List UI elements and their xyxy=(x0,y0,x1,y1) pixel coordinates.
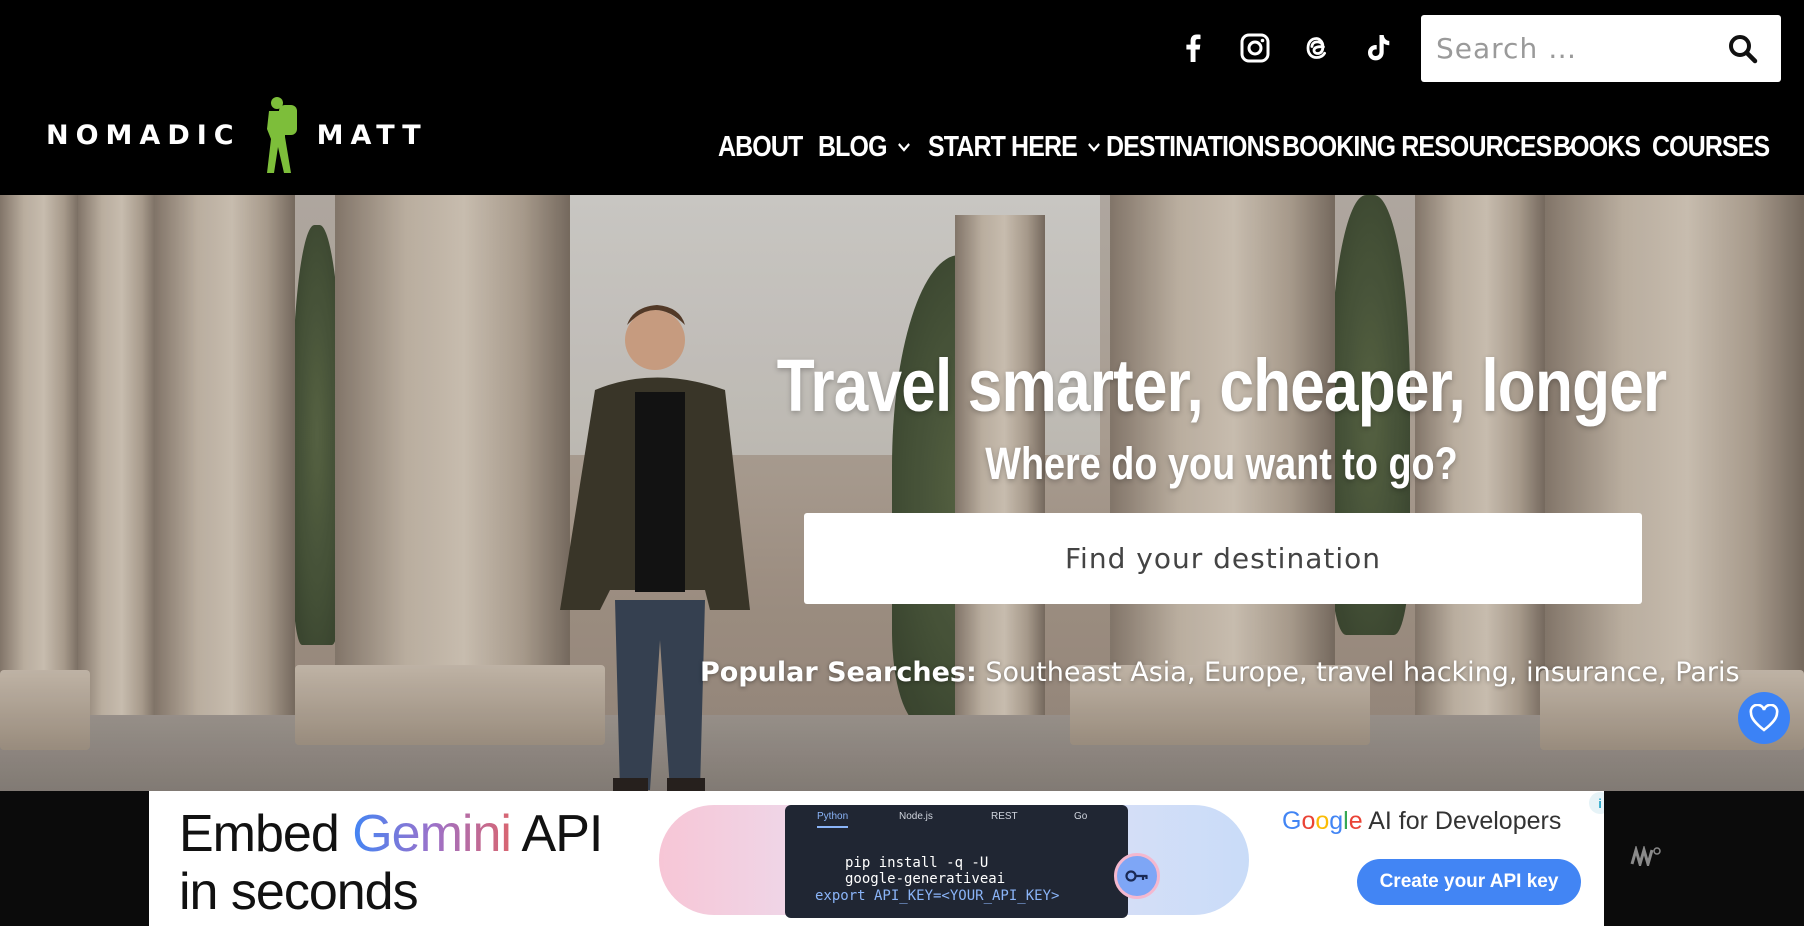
threads-icon[interactable] xyxy=(1297,28,1337,68)
google-letter: G xyxy=(1282,807,1302,835)
key-icon xyxy=(1114,853,1160,899)
google-letter: o xyxy=(1315,807,1330,835)
google-ai-subtitle: AI for Developers xyxy=(1362,807,1562,835)
google-letter: e xyxy=(1348,807,1363,835)
create-api-key-button[interactable]: Create your API key xyxy=(1357,859,1581,905)
google-letter: g xyxy=(1329,807,1344,835)
nav-books-label: BOOKS xyxy=(1553,130,1641,163)
nav-booking-resources-label: BOOKING RESOURCES xyxy=(1282,130,1552,163)
main-nav: ABOUT BLOG START HERE DESTINATIONS BOOKI… xyxy=(0,123,1804,171)
nav-about-label: ABOUT xyxy=(718,130,803,163)
hero-subtitle: Where do you want to go? xyxy=(985,438,1458,489)
nav-blog[interactable]: BLOG xyxy=(818,123,911,171)
ad-headline: Embed Gemini API in seconds xyxy=(179,805,604,921)
hero-title: Travel smarter, cheaper, longer xyxy=(776,344,1667,427)
nav-courses-label: COURSES xyxy=(1652,130,1770,163)
nav-courses[interactable]: COURSES xyxy=(1652,123,1770,171)
favorite-heart-button[interactable] xyxy=(1738,692,1790,744)
destination-search-input[interactable] xyxy=(804,513,1642,604)
ad-info-icon[interactable]: i xyxy=(1589,792,1604,814)
popular-searches: Popular Searches: Southeast Asia, Europe… xyxy=(700,657,1740,688)
site-header: NOMADIC MATT ABOUT BLOG START HERE DESTI… xyxy=(0,0,1804,195)
code-tab-node: Node.js xyxy=(899,811,933,822)
code-tab-python: Python xyxy=(817,811,849,828)
heart-icon xyxy=(1749,704,1779,732)
nav-start-here[interactable]: START HERE xyxy=(928,123,1101,171)
code-line: google-generativeai xyxy=(845,871,1006,887)
popular-search-link[interactable]: Southeast Asia xyxy=(985,657,1186,688)
nav-start-here-label: START HERE xyxy=(928,130,1078,163)
nav-destinations-label: DESTINATIONS xyxy=(1106,130,1280,163)
tiktok-icon[interactable] xyxy=(1359,28,1399,68)
header-search xyxy=(1421,15,1781,82)
ad-banner[interactable]: Embed Gemini API in seconds Python Node.… xyxy=(149,791,1604,926)
ad-headline-gemini: Gemini xyxy=(352,805,512,863)
ad-headline-embed: Embed xyxy=(179,805,353,863)
code-tab-go: Go xyxy=(1074,811,1088,822)
code-line: pip install -q -U xyxy=(845,855,989,871)
google-ai-brand: Google AI for Developers xyxy=(1282,807,1561,836)
popular-search-link[interactable]: insurance xyxy=(1526,657,1658,688)
hero-overlay xyxy=(0,195,1804,791)
chevron-down-icon xyxy=(897,143,910,152)
code-tabs: Python Node.js REST Go xyxy=(785,811,1128,831)
search-input[interactable] xyxy=(1421,32,1721,65)
search-icon[interactable] xyxy=(1727,33,1759,65)
nav-destinations[interactable]: DESTINATIONS xyxy=(1106,123,1280,171)
hero-section: Travel smarter, cheaper, longer Where do… xyxy=(0,195,1804,791)
facebook-icon[interactable] xyxy=(1173,28,1213,68)
code-line: export API_KEY=<YOUR_API_KEY> xyxy=(815,888,1060,904)
nav-books[interactable]: BOOKS xyxy=(1553,123,1641,171)
ad-headline-api: API xyxy=(510,805,604,863)
popular-searches-label: Popular Searches: xyxy=(700,657,977,688)
popular-search-link[interactable]: Europe xyxy=(1204,657,1299,688)
google-letter: o xyxy=(1301,807,1316,835)
nav-blog-label: BLOG xyxy=(818,130,887,163)
ad-code-panel: Python Node.js REST Go pip install -q -U… xyxy=(785,805,1128,918)
nav-about[interactable]: ABOUT xyxy=(718,123,803,171)
popular-search-link[interactable]: Paris xyxy=(1675,657,1739,688)
instagram-icon[interactable] xyxy=(1235,28,1275,68)
popular-search-link[interactable]: travel hacking xyxy=(1316,657,1509,688)
code-tab-rest: REST xyxy=(991,811,1018,822)
chevron-down-icon xyxy=(1088,143,1101,152)
ad-headline-line2: in seconds xyxy=(179,863,419,921)
nav-booking-resources[interactable]: BOOKING RESOURCES xyxy=(1282,123,1576,171)
ad-network-logo-icon xyxy=(1630,844,1662,871)
